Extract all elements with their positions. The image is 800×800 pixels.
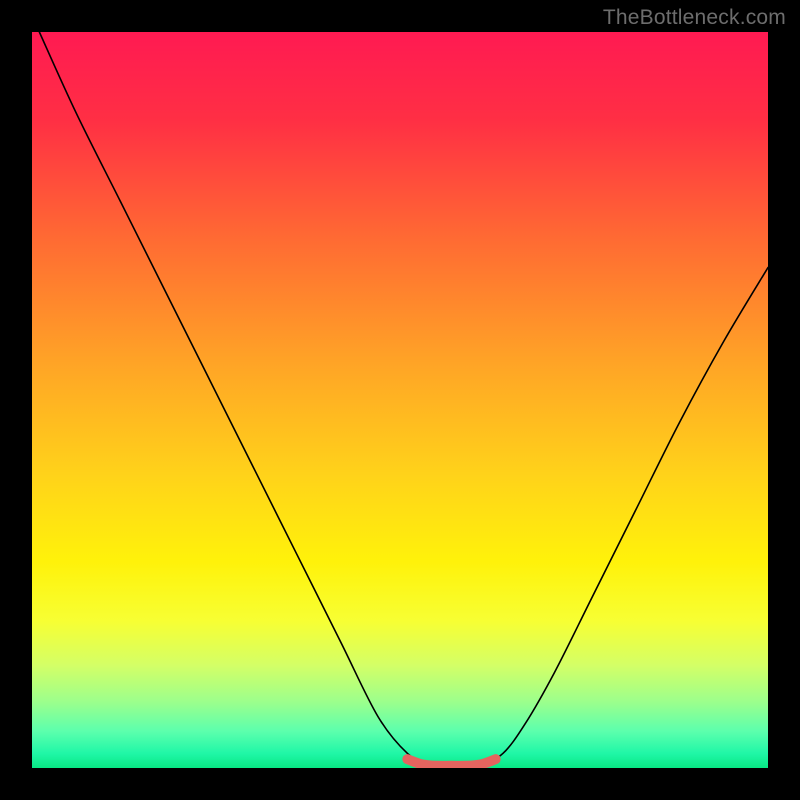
plot-area (32, 32, 768, 768)
watermark-text: TheBottleneck.com (603, 6, 786, 30)
background-gradient (32, 32, 768, 768)
chart-frame: TheBottleneck.com (0, 0, 800, 800)
